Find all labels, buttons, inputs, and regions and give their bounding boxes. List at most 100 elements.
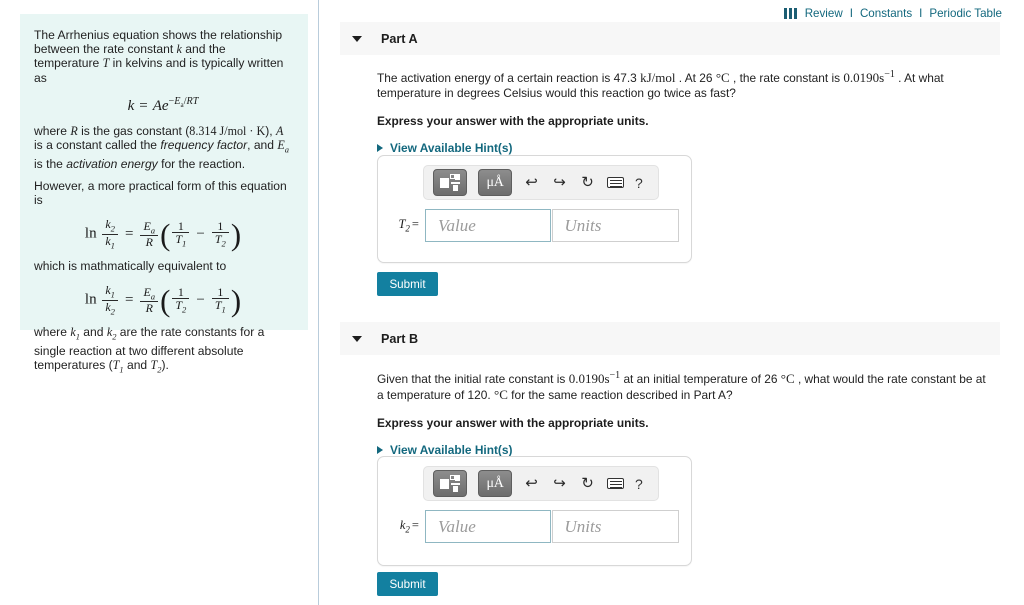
help-icon[interactable]: ? xyxy=(635,476,643,492)
micro-angstrom-icon: μÅ xyxy=(486,174,504,190)
pb-var-sub: 2 xyxy=(405,524,410,535)
template-icon-button[interactable] xyxy=(433,169,467,196)
part-b-toolbar: μÅ ↩ ↪ ↻ ? xyxy=(423,466,659,501)
keyboard-icon[interactable] xyxy=(607,177,624,188)
part-a-answer-box: μÅ ↩ ↪ ↻ ? T2 = Value Units xyxy=(377,155,692,263)
units-icon-button[interactable]: μÅ xyxy=(478,470,512,497)
part-a-hint-link[interactable]: View Available Hint(s) xyxy=(377,141,992,155)
part-b-field-row: k2 = Value Units xyxy=(386,501,691,554)
part-b-answer-box: μÅ ↩ ↪ ↻ ? k2 = Value Units xyxy=(377,456,692,566)
info-p5-e: ). xyxy=(161,358,169,373)
part-b-title: Part B xyxy=(381,331,419,346)
info-p2-ital1: frequency factor xyxy=(160,138,248,153)
equation-arrhenius: k = Ae−Ea/RT xyxy=(127,95,199,114)
part-a-body: The activation energy of a certain react… xyxy=(377,67,992,155)
info-paragraph-1: The Arrhenius equation shows the relatio… xyxy=(34,28,292,85)
part-a-header[interactable]: Part A xyxy=(340,22,1000,55)
redo-icon[interactable]: ↪ xyxy=(551,476,568,491)
constants-link[interactable]: Constants xyxy=(860,7,912,20)
undo-icon[interactable]: ↩ xyxy=(523,175,540,190)
part-b-submit-button[interactable]: Submit xyxy=(377,572,438,596)
collapse-caret-icon[interactable] xyxy=(352,35,362,42)
info-p5-k1: k1 xyxy=(70,325,80,342)
pb-unit1: °C xyxy=(780,370,795,386)
pa-exp: −1 xyxy=(884,69,895,80)
part-b-body: Given that the initial rate constant is … xyxy=(377,368,992,457)
nav-separator-2: I xyxy=(919,7,923,20)
hint-caret-icon xyxy=(377,445,383,454)
part-a-value-input[interactable]: Value xyxy=(424,209,551,242)
reset-icon[interactable]: ↻ xyxy=(579,175,596,190)
pa-var-sub: 2 xyxy=(405,223,410,234)
info-p2-R: R xyxy=(70,123,78,138)
part-b-hint-label: View Available Hint(s) xyxy=(390,442,513,457)
pb-exp: −1 xyxy=(609,370,621,381)
top-nav: Review I Constants I Periodic Table xyxy=(783,7,1002,20)
review-link[interactable]: Review xyxy=(805,7,843,20)
info-p5-d: and xyxy=(123,358,151,373)
part-b-instruction: Express your answer with the appropriate… xyxy=(377,415,649,430)
part-a-hint-label: View Available Hint(s) xyxy=(390,140,513,155)
info-p5-T1: T1 xyxy=(112,358,124,375)
part-b-value-input[interactable]: Value xyxy=(424,510,551,543)
vertical-divider xyxy=(318,0,319,605)
template-icon-button[interactable] xyxy=(433,470,467,497)
periodic-table-link[interactable]: Periodic Table xyxy=(929,7,1002,20)
info-p5-b: and xyxy=(79,325,107,340)
template-icon xyxy=(440,475,460,492)
part-b-hint-link[interactable]: View Available Hint(s) xyxy=(377,443,992,457)
info-p1-a: The Arrhenius equation shows the relatio… xyxy=(34,28,283,57)
pa-eq: = xyxy=(411,217,419,232)
part-b-variable-label: k2 = xyxy=(386,518,419,535)
info-p5-a: where xyxy=(34,325,71,340)
pb-value: 0.0190s xyxy=(568,370,610,386)
part-b-question: Given that the initial rate constant is … xyxy=(377,368,992,404)
info-panel: The Arrhenius equation shows the relatio… xyxy=(20,14,308,374)
pb-q4: for the same reaction described in Part … xyxy=(507,388,733,403)
equation-practical-2: ln k1 k2 = Ea R(1 T2−1 T1) xyxy=(84,283,242,319)
part-a-title: Part A xyxy=(381,31,418,46)
book-columns-icon xyxy=(783,8,797,19)
info-p2-gasconst: is the gas constant (8.314 J/mol · K), xyxy=(77,123,276,138)
info-p2-a: where xyxy=(34,123,71,138)
hint-caret-icon xyxy=(377,143,383,152)
part-b-header[interactable]: Part B xyxy=(340,322,1000,355)
part-a-toolbar: μÅ ↩ ↪ ↻ ? xyxy=(423,165,659,200)
part-a-units-input[interactable]: Units xyxy=(551,209,680,242)
info-p2-e: is the xyxy=(34,156,67,171)
reset-icon[interactable]: ↻ xyxy=(579,476,596,491)
pa-q3: , the rate constant is xyxy=(729,70,844,85)
info-paragraph-5: where k1 and k2 are the rate constants f… xyxy=(34,325,292,376)
pb-unit2: °C xyxy=(494,387,508,403)
help-icon[interactable]: ? xyxy=(635,175,643,191)
part-a-submit-button[interactable]: Submit xyxy=(377,272,438,296)
pa-value: 0.0190s xyxy=(843,69,885,85)
info-p2-A: A xyxy=(275,123,284,138)
keyboard-icon[interactable] xyxy=(607,478,624,489)
info-p2-d: , and xyxy=(247,138,278,153)
page-root: Review I Constants I Periodic Table The … xyxy=(0,0,1024,605)
info-p2-f: for the reaction. xyxy=(157,156,246,171)
pa-q1: The activation energy of a certain react… xyxy=(377,70,641,85)
equation-practical-1: ln k2 k1 = Ea R(1 T1−1 T2) xyxy=(84,217,242,253)
info-p2-c: is a constant called the xyxy=(34,138,161,153)
pa-unit2: °C xyxy=(715,69,730,85)
undo-icon[interactable]: ↩ xyxy=(523,476,540,491)
template-icon xyxy=(440,174,460,191)
part-a-variable-label: T2 = xyxy=(386,217,419,234)
units-icon-button[interactable]: μÅ xyxy=(478,169,512,196)
redo-icon[interactable]: ↪ xyxy=(551,175,568,190)
nav-separator-1: I xyxy=(849,7,853,20)
part-a-field-row: T2 = Value Units xyxy=(386,200,691,253)
part-a-instruction: Express your answer with the appropriate… xyxy=(377,113,649,128)
info-paragraph-4: which is mathmatically equivalent to xyxy=(34,259,227,274)
collapse-caret-icon[interactable] xyxy=(352,335,362,342)
info-paragraph-3: However, a more practical form of this e… xyxy=(34,178,287,208)
part-a-question: The activation energy of a certain react… xyxy=(377,67,992,102)
pa-q2: . At 26 xyxy=(675,70,716,85)
pa-unit1: kJ/mol xyxy=(640,69,676,85)
part-b-units-input[interactable]: Units xyxy=(551,510,680,543)
info-p2-ital2: activation energy xyxy=(66,156,158,171)
pb-q1: Given that the initial rate constant is xyxy=(377,371,569,386)
pb-q2: at an initial temperature of 26 xyxy=(620,371,781,386)
